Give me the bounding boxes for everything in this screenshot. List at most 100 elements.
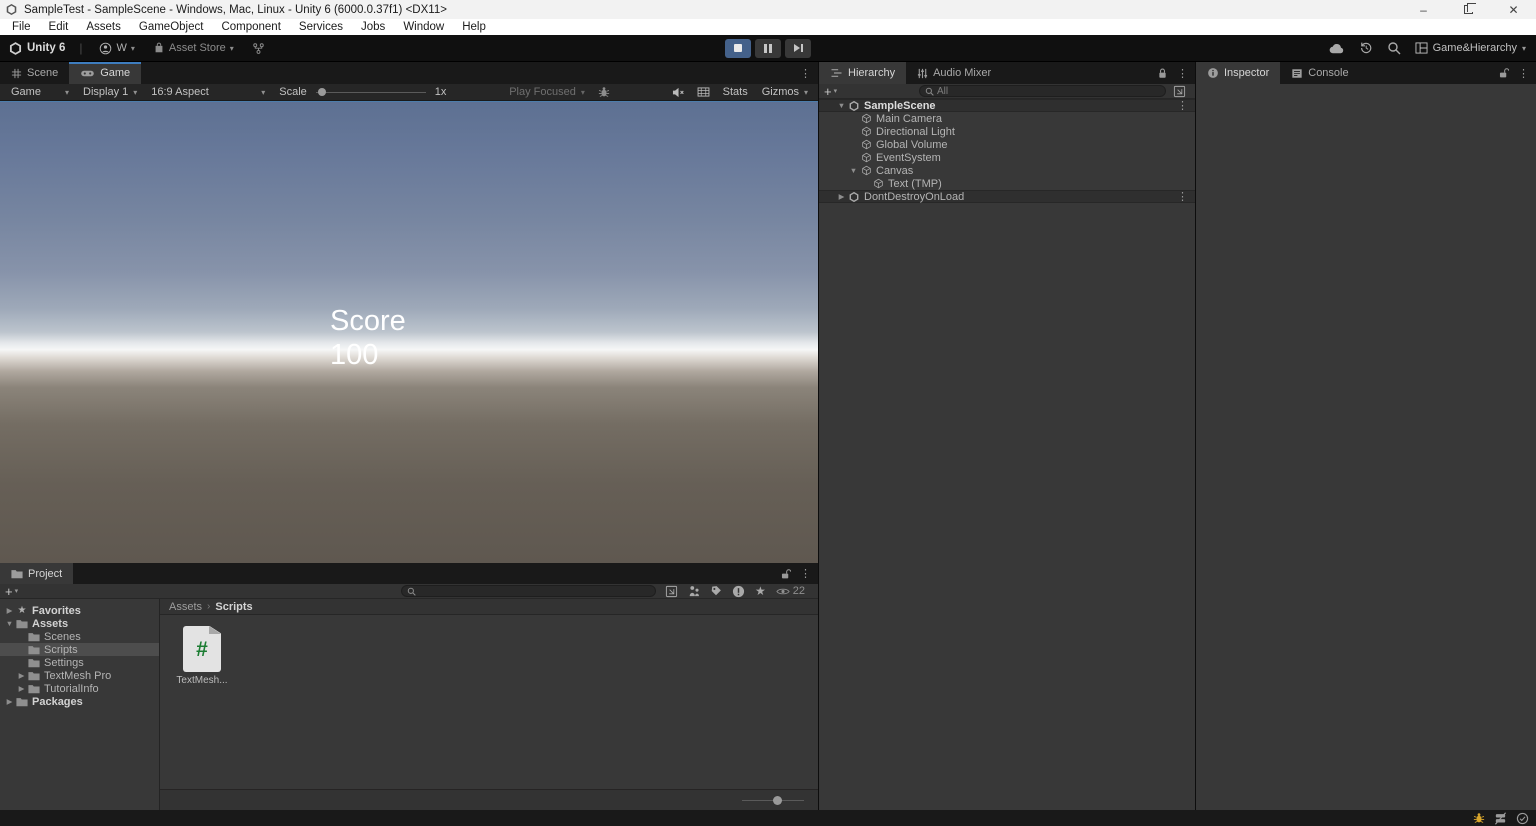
menu-item[interactable]: Window (394, 21, 453, 33)
aspect-dropdown[interactable]: 16:9 Aspect ▾ (144, 84, 272, 100)
project-tree-row[interactable]: ▶ ★ Packages (0, 695, 159, 708)
project-tree-row[interactable]: ▶ ★ Favorites (0, 604, 159, 617)
undo-history-icon[interactable] (1359, 41, 1373, 55)
kebab-menu-icon[interactable]: ⋮ (800, 67, 811, 80)
tab-game[interactable]: Game (69, 62, 142, 84)
scale-value: 1x (434, 86, 447, 98)
tab-label: Hierarchy (848, 67, 896, 79)
gizmos-dropdown[interactable]: Gizmos ▾ (755, 84, 818, 100)
search-icon[interactable] (1387, 41, 1401, 55)
menu-item[interactable]: Services (290, 21, 352, 33)
asset-store-button[interactable]: Asset Store ▾ (146, 38, 241, 58)
menu-item[interactable]: Component (212, 21, 289, 33)
open-in-search-icon[interactable] (665, 585, 678, 598)
favorites-star-icon[interactable]: ★ (755, 584, 766, 598)
tab-hierarchy[interactable]: Hierarchy (819, 62, 907, 84)
menu-item[interactable]: Edit (40, 21, 78, 33)
grid-overlay-icon[interactable] (691, 87, 716, 97)
project-tree-row[interactable]: ★ Scripts (0, 643, 159, 656)
frame-debugger-bug-icon[interactable] (592, 86, 616, 98)
minimize-button[interactable]: – (1401, 0, 1446, 19)
lock-icon[interactable] (1157, 67, 1168, 79)
hierarchy-row[interactable]: ▼ SampleScene ⋮ (819, 99, 1195, 112)
tab-scene[interactable]: Scene (0, 62, 69, 84)
fold-arrow-icon[interactable]: ▶ (4, 606, 15, 615)
project-tree-row[interactable]: ★ Scenes (0, 630, 159, 643)
search-by-type-icon[interactable] (688, 585, 700, 597)
hierarchy-search-input[interactable] (937, 86, 1160, 96)
tab-console[interactable]: Console (1280, 62, 1359, 84)
hierarchy-row[interactable]: Global Volume (819, 138, 1195, 151)
fold-arrow-icon[interactable]: ▶ (4, 697, 15, 706)
step-button[interactable] (785, 38, 811, 58)
project-tree-row[interactable]: ▶ ★ TextMesh Pro (0, 669, 159, 682)
hierarchy-row[interactable]: ▶ DontDestroyOnLoad ⋮ (819, 190, 1195, 203)
open-in-search-icon[interactable] (1173, 85, 1186, 98)
restore-button[interactable] (1446, 0, 1491, 19)
search-by-label-icon[interactable] (710, 585, 722, 597)
kebab-menu-icon[interactable]: ⋮ (800, 567, 811, 580)
project-tree-row[interactable]: ▶ ★ TutorialInfo (0, 682, 159, 695)
thumbnail-zoom-slider[interactable] (742, 795, 804, 805)
row-kebab-icon[interactable]: ⋮ (1177, 190, 1195, 203)
play-button[interactable] (725, 38, 751, 58)
star-icon: ★ (17, 605, 27, 616)
account-button[interactable]: W ▾ (92, 38, 141, 58)
kebab-menu-icon[interactable]: ⋮ (1518, 67, 1529, 80)
tab-audio-mixer[interactable]: Audio Mixer (906, 62, 1002, 84)
zoom-slider-knob[interactable] (773, 795, 782, 805)
fold-arrow-icon[interactable]: ▼ (836, 101, 847, 110)
asset-textmesh-script[interactable]: # TextMesh... (174, 626, 230, 686)
version-control-button[interactable] (245, 38, 272, 58)
unlock-icon[interactable] (780, 568, 791, 580)
create-object-button[interactable]: + ▾ (824, 84, 837, 99)
fold-arrow-icon[interactable]: ▶ (16, 671, 27, 680)
hierarchy-row[interactable]: Directional Light (819, 125, 1195, 138)
mute-audio-icon[interactable] (665, 87, 691, 98)
tab-inspector[interactable]: Inspector (1196, 62, 1281, 84)
breadcrumb-root[interactable]: Assets (169, 601, 202, 613)
progress-check-icon[interactable] (1516, 812, 1529, 825)
cache-server-icon[interactable] (1494, 811, 1507, 825)
code-optimization-debug-icon[interactable] (1473, 812, 1485, 824)
fold-arrow-icon[interactable]: ▶ (16, 684, 27, 693)
fold-arrow-icon[interactable]: ▶ (836, 192, 847, 201)
hierarchy-row[interactable]: ▼ Canvas (819, 164, 1195, 177)
display-dropdown[interactable]: Display 1 ▾ (76, 84, 144, 100)
import-log-icon[interactable] (732, 585, 745, 598)
project-tree-row[interactable]: ▼ ★ Assets (0, 617, 159, 630)
row-kebab-icon[interactable]: ⋮ (1177, 99, 1195, 112)
scale-slider-knob[interactable] (317, 87, 326, 96)
game-viewport[interactable]: Score 100 (0, 101, 818, 563)
tab-project[interactable]: Project (0, 563, 74, 584)
cloud-icon[interactable] (1329, 43, 1345, 54)
menu-item[interactable]: GameObject (130, 21, 213, 33)
menu-item[interactable]: Jobs (352, 21, 394, 33)
close-button[interactable]: ✕ (1491, 0, 1536, 19)
pause-button[interactable] (755, 38, 781, 58)
breadcrumb-current[interactable]: Scripts (215, 601, 252, 613)
kebab-menu-icon[interactable]: ⋮ (1177, 67, 1188, 80)
hierarchy-row[interactable]: EventSystem (819, 151, 1195, 164)
project-tree-row[interactable]: ★ Settings (0, 656, 159, 669)
fold-arrow-icon[interactable]: ▼ (848, 166, 859, 175)
menu-item[interactable]: Assets (77, 21, 130, 33)
game-mode-dropdown[interactable]: Game ▾ (4, 84, 76, 100)
play-focused-dropdown[interactable]: Play Focused ▾ (502, 84, 592, 100)
unlock-icon[interactable] (1498, 67, 1509, 79)
file-grid[interactable]: # TextMesh... (160, 615, 818, 789)
hierarchy-row[interactable]: Main Camera (819, 112, 1195, 125)
project-search-input[interactable] (418, 586, 650, 596)
hidden-count[interactable]: 22 (776, 585, 805, 597)
scale-slider[interactable] (315, 87, 426, 96)
layout-dropdown[interactable]: Game&Hierarchy ▾ (1415, 42, 1526, 54)
menu-item[interactable]: File (3, 21, 40, 33)
add-asset-button[interactable]: + ▾ (5, 584, 18, 599)
chevron-down-icon: ▾ (229, 43, 234, 53)
stats-toggle[interactable]: Stats (716, 84, 755, 100)
hierarchy-tabstrip: Hierarchy Audio Mixer ⋮ (819, 62, 1195, 84)
play-controls (725, 38, 811, 58)
fold-arrow-icon[interactable]: ▼ (4, 619, 15, 628)
hierarchy-row[interactable]: Text (TMP) (819, 177, 1195, 190)
menu-item[interactable]: Help (453, 21, 495, 33)
